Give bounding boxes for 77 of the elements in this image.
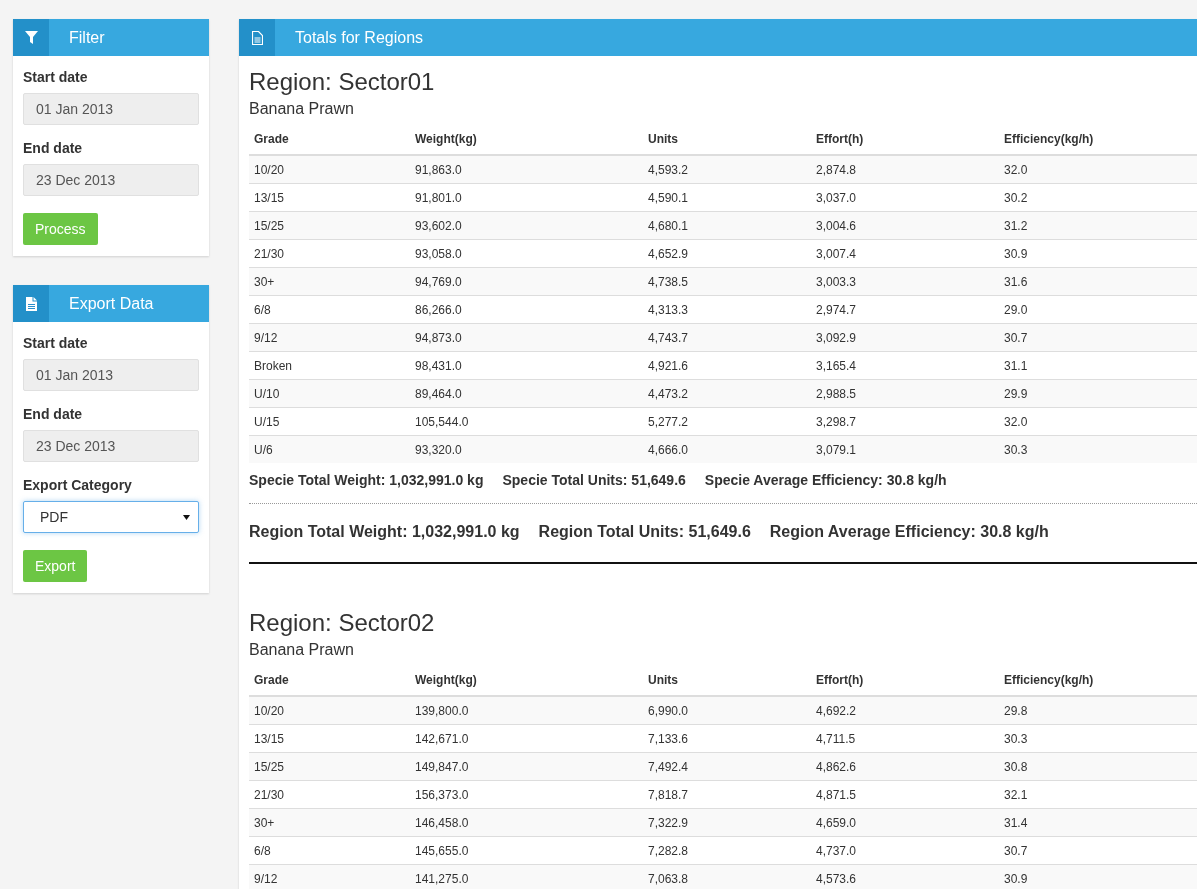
table-cell: 4,862.6 [811,752,999,781]
species-name: Banana Prawn [249,100,355,118]
table-cell: 4,738.5 [643,267,811,296]
table-cell: 149,847.0 [410,752,643,781]
table-cell: 94,769.0 [410,267,643,296]
table-cell: 15/25 [249,211,410,240]
table-cell: 93,320.0 [410,435,643,463]
table-cell: 146,458.0 [410,808,643,837]
table-cell: 9/12 [249,864,410,889]
table-cell: 30+ [249,267,410,296]
region-total: Region Average Efficiency: 30.8 kg/h [769,523,1049,541]
panel-title: Export Data [68,294,154,313]
table-cell: 4,743.7 [643,323,811,352]
table-cell: U/6 [249,435,410,463]
table-cell: 4,680.1 [643,211,811,240]
region-total: Region Total Weight: 1,032,991.0 kg [249,523,520,541]
category-dropdown[interactable]: PDF [23,501,199,533]
date-field[interactable]: 01 Jan 2013 [23,93,199,125]
table-cell: 29.8 [999,696,1197,725]
table-cell: 30.3 [999,435,1197,463]
table-cell: 4,692.2 [811,696,999,725]
field-label: Start date [23,69,89,85]
table-cell: 3,004.6 [811,211,999,240]
table-cell: 93,602.0 [410,211,643,240]
table-cell: 4,659.0 [811,808,999,837]
table-cell: 30.8 [999,752,1197,781]
date-field[interactable]: 23 Dec 2013 [23,430,199,462]
date-field[interactable]: 01 Jan 2013 [23,359,199,391]
species-total: Specie Total Units: 51,649.6 [502,472,686,490]
table-cell: 139,800.0 [410,696,643,725]
region-heading: Region: Sector01 [249,68,436,96]
table-cell: 141,275.0 [410,864,643,889]
table-cell: 3,003.3 [811,267,999,296]
table-cell: 31.2 [999,211,1197,240]
region-total: Region Total Units: 51,649.6 [538,523,751,541]
table-cell: 6,990.0 [643,696,811,725]
species-name: Banana Prawn [249,641,355,659]
table-cell: 31.6 [999,267,1197,296]
table-cell: 7,492.4 [643,752,811,781]
table-cell: 15/25 [249,752,410,781]
table-cell: 91,863.0 [410,155,643,184]
species-total: Specie Total Weight: 1,032,991.0 kg [249,472,484,490]
table-cell: 94,873.0 [410,323,643,352]
table-cell: 4,573.6 [811,864,999,889]
field-label: Export Category [23,477,133,493]
table-cell: U/10 [249,379,410,408]
table-cell: 2,874.8 [811,155,999,184]
document-icon [25,296,37,311]
table-cell: 10/20 [249,696,410,725]
table-cell: 7,063.8 [643,864,811,889]
table-cell: 7,322.9 [643,808,811,837]
table-cell: 3,092.9 [811,323,999,352]
table-cell: 32.0 [999,155,1197,184]
table-cell: 4,473.2 [643,379,811,408]
region-heading: Region: Sector02 [249,609,436,637]
table-cell: 30+ [249,808,410,837]
caret-icon [183,514,190,520]
table-cell: 4,666.0 [643,435,811,463]
table-cell: 30.7 [999,323,1197,352]
table-cell: 4,593.2 [643,155,811,184]
table-cell: 29.9 [999,379,1197,408]
table-cell: 3,079.1 [811,435,999,463]
species-total: Specie Average Efficiency: 30.8 kg/h [704,472,947,490]
field-label: Start date [23,335,89,351]
table-cell: 30.9 [999,864,1197,889]
field-label: End date [23,406,84,422]
filter-icon [24,31,38,44]
date-field[interactable]: 23 Dec 2013 [23,164,199,196]
panel-title: Totals for Regions [294,28,424,47]
table-cell: 2,988.5 [811,379,999,408]
table-cell: 10/20 [249,155,410,184]
panel-title: Filter [68,28,105,47]
table-cell: 9/12 [249,323,410,352]
table-cell: 31.4 [999,808,1197,837]
table-cell: 89,464.0 [410,379,643,408]
field-label: End date [23,140,84,156]
document-icon [251,30,263,45]
